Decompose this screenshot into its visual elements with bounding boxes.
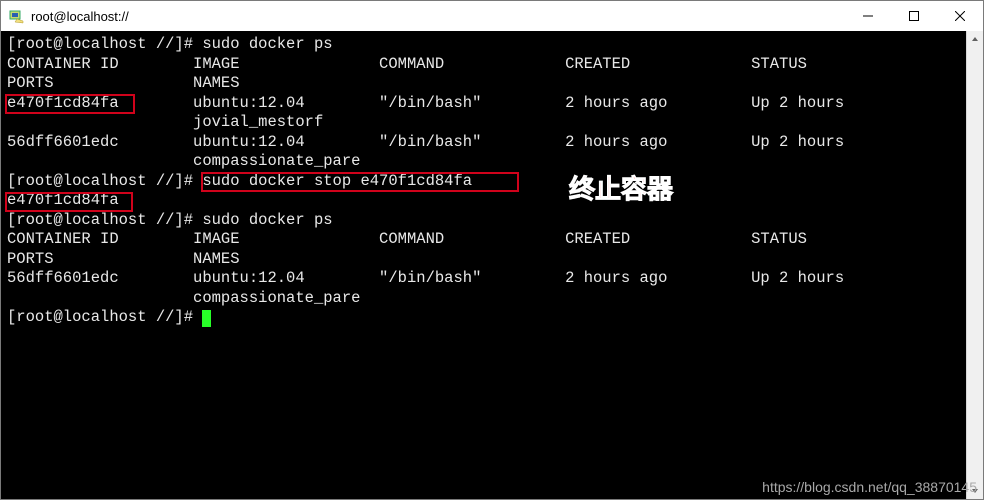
terminal-cursor: [202, 310, 211, 327]
watermark-text: https://blog.csdn.net/qq_38870145: [762, 479, 977, 495]
close-button[interactable]: [937, 1, 983, 31]
title-bar[interactable]: root@localhost://: [1, 1, 983, 32]
scrollbar-track[interactable]: [967, 47, 983, 483]
scrollbar-vertical[interactable]: [966, 31, 983, 499]
minimize-button[interactable]: [845, 1, 891, 31]
maximize-button[interactable]: [891, 1, 937, 31]
window-frame: root@localhost:// [root@localhost //]# s…: [0, 0, 984, 500]
window-title: root@localhost://: [31, 9, 129, 24]
putty-icon: [9, 8, 25, 24]
terminal-content: [root@localhost //]# sudo docker ps CONT…: [1, 31, 983, 328]
terminal-area[interactable]: [root@localhost //]# sudo docker ps CONT…: [1, 31, 983, 499]
scroll-up-button[interactable]: [967, 31, 983, 47]
